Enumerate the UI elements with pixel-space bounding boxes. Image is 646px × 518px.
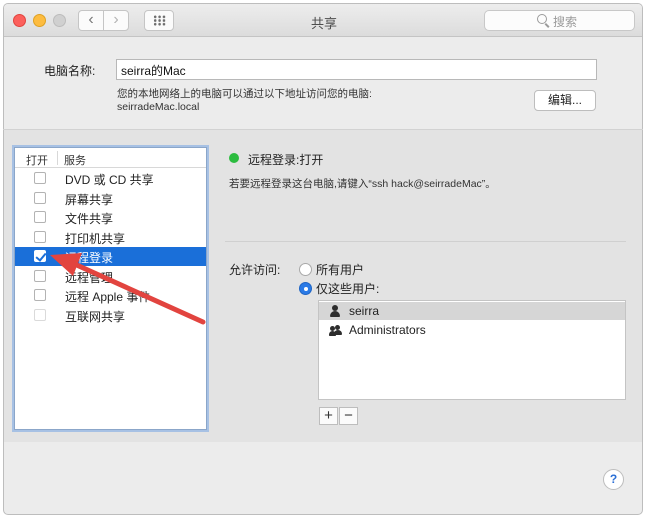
remove-user-button[interactable]: − [339,407,358,425]
add-user-button[interactable]: + [319,407,338,425]
user-icon [329,305,341,317]
service-label: 文件共享 [65,212,114,226]
service-row[interactable]: DVD 或 CD 共享 [15,169,206,188]
service-checkbox[interactable] [34,308,46,321]
service-row[interactable]: 打印机共享 [15,228,206,247]
service-checkbox[interactable] [34,269,46,282]
allowed-users-list[interactable]: seirra Administrators [318,300,626,400]
computer-name-input[interactable]: seirra的Mac [116,59,597,80]
service-row[interactable]: 远程登录 [15,247,206,266]
group-icon [329,324,342,336]
search-field[interactable]: 搜索 [484,10,635,31]
service-row[interactable]: 屏幕共享 [15,189,206,208]
service-label: 互联网共享 [65,309,126,324]
service-checkbox[interactable] [34,211,46,223]
service-checkbox[interactable] [34,289,46,301]
computer-name-label: 电脑名称: [44,64,96,78]
service-list[interactable]: 打开 服务 DVD 或 CD 共享 屏幕共享文件共享打印机共享远程登录远程管理远程… [14,147,207,430]
column-header-open: 打开 [26,155,48,167]
only-these-users-label[interactable]: 仅这些用户: [316,280,379,297]
help-button[interactable]: ? [603,469,624,490]
column-header-service: 服务 [64,155,86,167]
ssh-hint: 若要远程登录这台电脑,请键入“ssh hack@seirradeMac”。 [229,178,496,190]
service-row[interactable]: 远程 Apple 事件 [15,286,206,305]
detail-divider [225,241,626,242]
service-label: 远程管理 [65,270,114,285]
column-separator [57,151,58,165]
service-label: 屏幕共享 [65,192,114,207]
search-icon [537,14,547,24]
service-label: 远程登录 [65,251,114,265]
address-description: 您的本地网络上的电脑可以通过以下地址访问您的电脑: [117,88,372,100]
service-status: 远程登录:打开 [248,153,324,167]
service-checkbox[interactable] [34,172,46,184]
service-checkbox[interactable] [34,250,46,262]
service-label: 远程 Apple 事件 [65,290,151,304]
computer-name-description: 您的本地网络上的电脑可以通过以下地址访问您的电脑: seirradeMac.lo… [117,88,372,114]
service-checkbox[interactable] [34,230,46,243]
service-row[interactable]: 互联网共享 [15,306,206,325]
all-users-radio[interactable] [299,263,312,276]
group-name: Administrators [349,323,426,337]
local-hostname: seirradeMac.local [117,101,200,113]
only-these-users-radio[interactable] [299,282,312,295]
service-label: 打印机共享 [65,231,126,246]
list-item[interactable]: Administrators [319,321,625,339]
user-name: seirra [349,304,380,318]
status-indicator-icon [229,153,239,163]
allow-access-label: 允许访问: [229,263,281,277]
service-checkbox[interactable] [34,191,46,204]
service-row[interactable]: 远程管理 [15,267,206,286]
service-row[interactable]: 文件共享 [15,208,206,227]
all-users-label[interactable]: 所有用户 [316,261,364,278]
search-placeholder: 搜索 [553,15,578,29]
list-item[interactable]: seirra [319,302,625,320]
title-bar: ‹ › 共享 搜索 [4,4,642,37]
service-list-header: 打开 服务 [15,148,206,168]
service-label: DVD 或 CD 共享 [65,173,154,187]
edit-name-button[interactable]: 编辑... [534,90,596,111]
